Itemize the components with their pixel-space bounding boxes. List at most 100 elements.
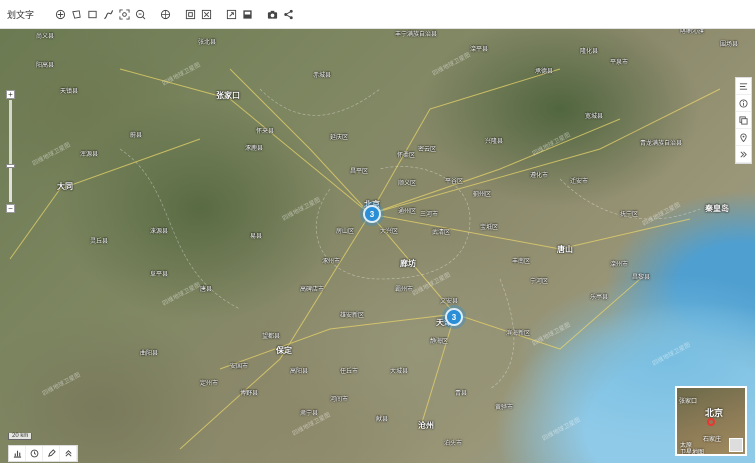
place-label: 武清区 (432, 229, 451, 236)
place-label: 顺义区 (398, 180, 417, 187)
minimap-label: 北京 (705, 408, 724, 418)
place-label: 房山区 (336, 228, 355, 235)
zoom-slider-fill (9, 166, 12, 202)
chart-icon[interactable] (9, 446, 26, 461)
place-label: 密云区 (418, 146, 437, 153)
layers-icon[interactable] (159, 8, 172, 21)
place-label: 平谷区 (445, 178, 464, 185)
fit-extent-icon[interactable] (184, 8, 197, 21)
dark-mode-icon[interactable] (241, 8, 254, 21)
place-label: 高阳县 (290, 368, 309, 375)
zoom-slider-track[interactable] (6, 100, 15, 202)
share-icon[interactable] (282, 8, 295, 21)
place-label: 涿州市 (322, 258, 341, 265)
rectangle-icon[interactable] (86, 8, 99, 21)
zoom-box-icon[interactable] (118, 8, 131, 21)
zoom-control: + − (6, 90, 15, 213)
place-label: 宝坻区 (480, 224, 499, 231)
collapse-up-icon[interactable] (60, 446, 77, 461)
place-label: 任丘市 (340, 368, 359, 375)
zoom-slider-handle[interactable] (6, 164, 15, 169)
zoom-out-button[interactable]: − (6, 204, 15, 213)
place-label: 献县 (376, 416, 389, 423)
place-label: 秦皇岛 (705, 204, 729, 213)
place-label: 定州市 (200, 380, 219, 387)
place-label: 阜平县 (150, 271, 169, 278)
place-label: 滦平县 (470, 46, 489, 53)
basemap-thumbnail[interactable] (729, 438, 743, 452)
place-label: 天镇县 (60, 88, 79, 95)
polygon-icon[interactable] (70, 8, 83, 21)
copy-icon[interactable] (736, 112, 751, 129)
place-label: 涿鹿县 (245, 145, 264, 152)
place-label: 唐山 (557, 245, 573, 254)
info-icon[interactable] (736, 95, 751, 112)
place-label: 喀喇沁旗 (680, 29, 705, 35)
place-label: 三河市 (420, 211, 439, 218)
location-icon[interactable] (736, 129, 751, 146)
place-label: 博野县 (240, 390, 259, 397)
place-label: 抚宁区 (620, 211, 639, 218)
search-icon[interactable] (134, 8, 147, 21)
bottom-toolbar (8, 445, 78, 462)
satellite-map[interactable]: 尚义县 张北县 丰宁满族自治县 喀喇沁旗 滦平县 平泉市 承德县 隆化县 围场县… (0, 29, 755, 463)
history-icon[interactable] (26, 446, 43, 461)
expand-icon[interactable] (736, 146, 751, 163)
place-label: 昌平区 (350, 168, 369, 175)
toolbar-title: 划文字 (7, 10, 35, 21)
place-label: 黄骅市 (495, 404, 514, 411)
road-network (9, 68, 721, 450)
place-label: 迁安市 (570, 178, 589, 185)
marker-cluster-tianjin[interactable]: 3 (445, 308, 463, 326)
place-label: 青龙满族自治县 (640, 140, 683, 147)
crosshair-icon[interactable] (54, 8, 67, 21)
place-label: 怀柔区 (397, 152, 416, 159)
place-label: 廊坊 (400, 259, 416, 268)
place-label: 大兴区 (380, 228, 399, 235)
edit-icon[interactable] (43, 446, 60, 461)
place-label: 大同 (57, 182, 73, 191)
place-label: 尚义县 (36, 33, 55, 40)
place-label: 平泉市 (610, 59, 629, 66)
place-label: 望都县 (262, 333, 281, 340)
camera-icon[interactable] (266, 8, 279, 21)
place-label: 灵丘县 (90, 238, 109, 245)
place-label: 雄安新区 (340, 312, 365, 319)
place-label: 沧州 (418, 421, 434, 430)
place-label: 涞源县 (150, 228, 169, 235)
place-label: 文安县 (440, 298, 459, 305)
place-label: 大城县 (390, 368, 409, 375)
place-label: 通州区 (398, 208, 417, 215)
place-label: 保定 (276, 346, 292, 355)
place-label: 宽城县 (585, 113, 604, 120)
place-label: 宁河区 (530, 278, 549, 285)
place-label: 遵化市 (530, 172, 549, 179)
minimap-viewport-marker (707, 418, 715, 426)
place-label: 河间市 (330, 396, 349, 403)
place-label: 浑源县 (80, 151, 99, 158)
full-extent-icon[interactable] (200, 8, 213, 21)
legend-icon[interactable] (736, 78, 751, 95)
place-label: 兴隆县 (485, 138, 504, 145)
place-label: 静海区 (430, 338, 449, 345)
zoom-in-button[interactable]: + (6, 90, 15, 99)
place-label: 赤城县 (313, 72, 332, 79)
place-label: 曲阳县 (140, 350, 159, 357)
overview-minimap[interactable]: 张家口 北京 石家庄 太原 卫星地图 (675, 386, 747, 456)
place-label: 蔚县 (130, 132, 143, 139)
fullscreen-icon[interactable] (225, 8, 238, 21)
right-tool-panel (735, 77, 752, 164)
minimap-label: 卫星地图 (680, 450, 705, 456)
place-label: 唐县 (200, 286, 213, 293)
place-label: 延庆区 (330, 134, 349, 141)
place-label: 丰宁满族自治县 (395, 31, 438, 38)
marker-cluster-beijing[interactable]: 3 (363, 205, 381, 223)
place-label: 易县 (250, 233, 263, 240)
place-label: 怀来县 (256, 128, 275, 135)
place-label: 承德县 (535, 68, 554, 75)
place-label: 青县 (455, 390, 468, 397)
place-label: 滦州市 (610, 261, 629, 268)
place-label: 滨海新区 (506, 330, 531, 337)
minimap-label: 张家口 (679, 399, 698, 405)
polyline-icon[interactable] (102, 8, 115, 21)
